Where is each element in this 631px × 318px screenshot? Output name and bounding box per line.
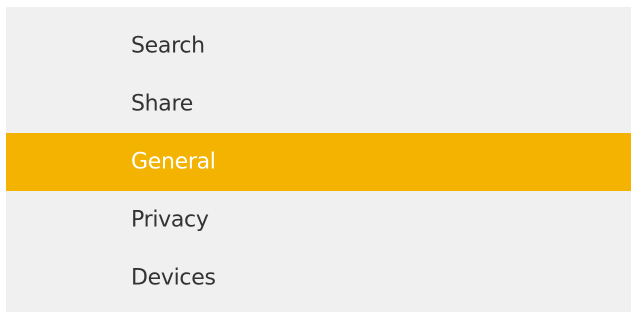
menu-item-search[interactable]: Search [6, 17, 631, 75]
menu-item-general[interactable]: General [6, 133, 631, 191]
menu-item-share[interactable]: Share [6, 75, 631, 133]
menu-item-label: Share [131, 91, 193, 117]
menu-item-label: Devices [131, 265, 216, 291]
menu-item-devices[interactable]: Devices [6, 249, 631, 307]
settings-menu-list: Search Share General Privacy Devices [6, 7, 631, 307]
menu-item-label: Search [131, 33, 205, 59]
menu-item-label: General [131, 149, 216, 175]
settings-menu-panel: Search Share General Privacy Devices [6, 7, 631, 312]
menu-item-privacy[interactable]: Privacy [6, 191, 631, 249]
menu-item-label: Privacy [131, 207, 209, 233]
